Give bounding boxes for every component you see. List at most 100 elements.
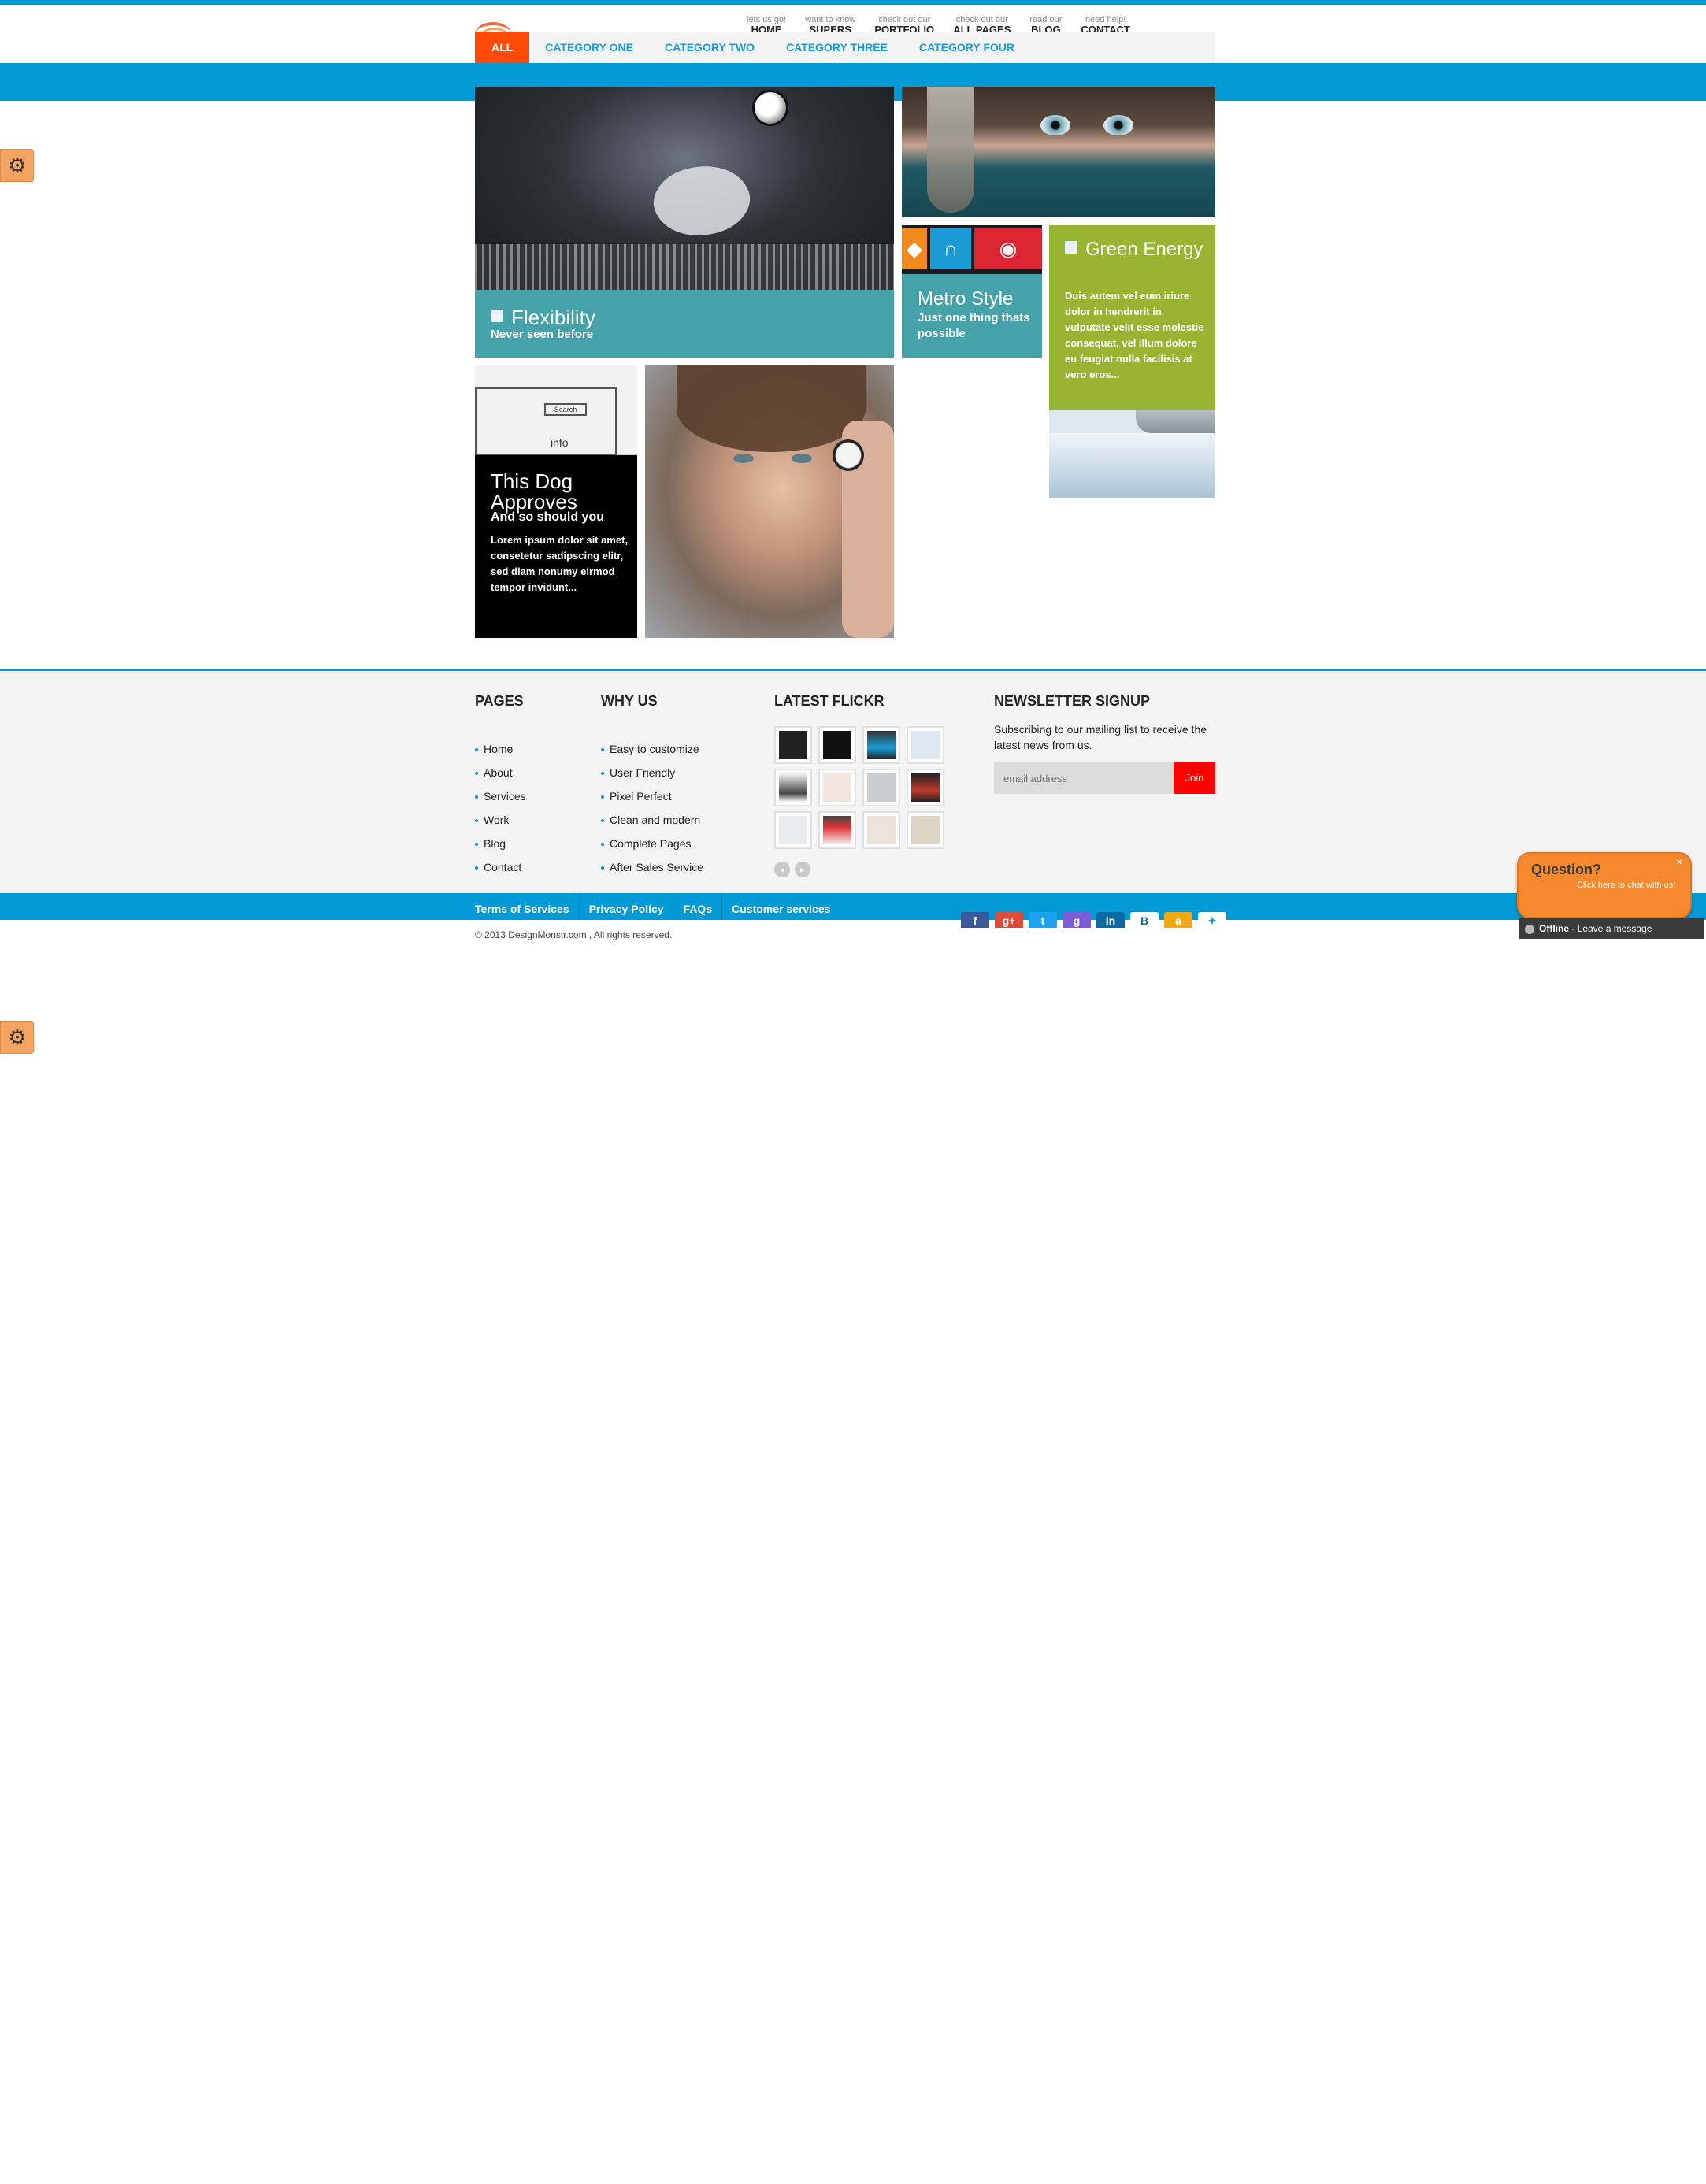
footer-why-text: Pixel Perfect: [610, 790, 672, 803]
amazon-icon[interactable]: a: [1164, 912, 1192, 928]
earring-jewel: [927, 87, 974, 213]
tile-subtitle: Just one thing thats possible: [918, 311, 1030, 340]
metro-square-blue: ∩: [930, 228, 971, 269]
blogger-icon[interactable]: B: [1130, 912, 1159, 928]
flickr-thumb[interactable]: [862, 769, 900, 806]
linkedin-icon[interactable]: in: [1096, 912, 1125, 928]
tile-title: Green Energy: [1065, 239, 1207, 260]
link-customer-services[interactable]: Customer services: [732, 893, 840, 920]
flickr-thumb[interactable]: [774, 726, 812, 764]
soccer-ball-icon: [752, 90, 788, 126]
top-accent-line: [0, 0, 1706, 5]
flickr-thumb[interactable]: [907, 769, 944, 806]
nav-sub: check out our: [955, 15, 1008, 24]
chat-question-bubble[interactable]: Question? Click here to chat with us! ×: [1517, 852, 1692, 931]
footer-why-text: After Sales Service: [610, 861, 704, 873]
footer-link-services[interactable]: Services: [475, 784, 526, 808]
tile-this-dog-approves[interactable]: Search info This Dog Approves And so sho…: [475, 365, 637, 638]
footer-why-item[interactable]: Pixel Perfect: [601, 784, 703, 808]
link-privacy[interactable]: Privacy Policy: [589, 893, 674, 920]
footer-link-text: Home: [484, 743, 514, 755]
main-nav: lets us go! HOME want to know SUPERS check…: [747, 14, 1149, 33]
nav-sub: check out our: [878, 15, 931, 24]
flickr-thumb[interactable]: [862, 726, 900, 764]
flickr-prev-button[interactable]: ◂: [774, 862, 790, 877]
filter-category-two[interactable]: CATEGORY TWO: [649, 32, 770, 63]
watch-icon: [833, 439, 864, 471]
nav-item-blog[interactable]: read our BLOG: [1029, 14, 1062, 33]
dropbox-icon[interactable]: ✦: [1198, 912, 1226, 928]
bullet-icon: [475, 772, 478, 776]
nav-label: SUPERS: [809, 25, 851, 32]
tile-woman-eyes[interactable]: [902, 87, 1215, 217]
link-faqs[interactable]: FAQs: [684, 893, 723, 920]
shield-icon: ◆: [907, 236, 922, 261]
footer-link-text: Services: [484, 790, 526, 803]
footer-why-item[interactable]: After Sales Service: [601, 855, 703, 879]
status-icon: [1525, 924, 1534, 934]
filter-category-three[interactable]: CATEGORY THREE: [770, 32, 903, 63]
settings-gear-button-2[interactable]: ⚙: [0, 1021, 34, 1054]
settings-gear-button[interactable]: ⚙: [0, 149, 34, 182]
twitter-icon[interactable]: t: [1029, 912, 1057, 928]
flickr-thumb[interactable]: [907, 811, 944, 849]
footer-link-text: Blog: [484, 837, 506, 850]
facebook-icon[interactable]: f: [961, 912, 989, 928]
nav-item-portfolio[interactable]: check out our PORTFOLIO: [874, 14, 934, 33]
offline-message: - Leave a message: [1569, 923, 1652, 934]
nav-item-home[interactable]: lets us go! HOME: [747, 14, 786, 33]
footer-link-blog[interactable]: Blog: [475, 832, 526, 855]
chat-offline-bar[interactable]: Offline - Leave a message: [1519, 918, 1704, 939]
sketch-search-box: Search: [544, 403, 587, 416]
tile-metro-style[interactable]: ◆ ∩ ◉ Metro Style Just one thing thats p…: [902, 225, 1042, 358]
footer-why-item[interactable]: Clean and modern: [601, 808, 703, 832]
flickr-thumb[interactable]: [818, 811, 856, 849]
footer-link-about[interactable]: About: [475, 761, 526, 784]
bullet-icon: [601, 843, 604, 847]
nav-item-contact[interactable]: need help! CONTACT: [1081, 14, 1130, 33]
gear-icon: ⚙: [8, 1025, 27, 1049]
flickr-thumb[interactable]: [774, 769, 812, 806]
footer-why-item[interactable]: User Friendly: [601, 761, 703, 784]
nav-label: PORTFOLIO: [874, 25, 935, 32]
footer-pages-title: PAGES: [475, 693, 524, 709]
tile-man-portrait[interactable]: [645, 365, 894, 638]
google-plus-icon[interactable]: g+: [995, 912, 1023, 928]
filter-category-one[interactable]: CATEGORY ONE: [529, 32, 649, 63]
flickr-next-button[interactable]: ▸: [795, 862, 810, 877]
footer-why-text: Easy to customize: [610, 743, 699, 755]
flickr-thumb[interactable]: [774, 811, 812, 849]
newsletter-join-button[interactable]: Join: [1174, 762, 1215, 794]
flickr-thumb[interactable]: [907, 726, 944, 764]
footer-why-item[interactable]: Complete Pages: [601, 832, 703, 855]
bullet-icon: [475, 843, 478, 847]
webcam-icon: ◉: [999, 236, 1018, 261]
newsletter-email-input[interactable]: [994, 762, 1174, 794]
bottom-bar: [0, 893, 1706, 920]
nav-item-all-pages[interactable]: check out our ALL PAGES: [953, 14, 1011, 33]
footer-link-home[interactable]: Home: [475, 737, 526, 761]
footer-link-contact[interactable]: Contact: [475, 855, 526, 879]
footer-newsletter-title: NEWSLETTER SIGNUP: [994, 693, 1151, 709]
nav-item-supers[interactable]: want to know SUPERS: [805, 14, 855, 33]
filter-all[interactable]: ALL: [475, 32, 530, 63]
flickr-thumb[interactable]: [862, 811, 900, 849]
close-icon[interactable]: ×: [1676, 855, 1682, 868]
category-filter-bar: ALL CATEGORY ONE CATEGORY TWO CATEGORY T…: [475, 32, 1215, 63]
filter-category-four[interactable]: CATEGORY FOUR: [903, 32, 1030, 63]
flickr-thumb[interactable]: [818, 769, 856, 806]
footer-why-item[interactable]: Easy to customize: [601, 737, 703, 761]
footer-flickr-title: LATEST FLICKR: [774, 693, 885, 709]
tile-subtitle: And so should you: [491, 510, 604, 524]
bullet-icon: [601, 866, 604, 870]
tile-flexibility[interactable]: Flexibility Never seen before: [475, 87, 894, 358]
sketch-info-label: info: [551, 436, 569, 449]
flickr-thumb[interactable]: [818, 726, 856, 764]
google-icon[interactable]: g: [1063, 912, 1091, 928]
monitor-image: [1136, 410, 1215, 433]
footer-why-text: Complete Pages: [610, 837, 692, 850]
footer-link-work[interactable]: Work: [475, 808, 526, 832]
tile-green-energy[interactable]: Green Energy Duis autem vel eum iriure d…: [1049, 225, 1215, 498]
stadium-stands: [475, 244, 894, 290]
link-terms[interactable]: Terms of Services: [475, 893, 580, 920]
